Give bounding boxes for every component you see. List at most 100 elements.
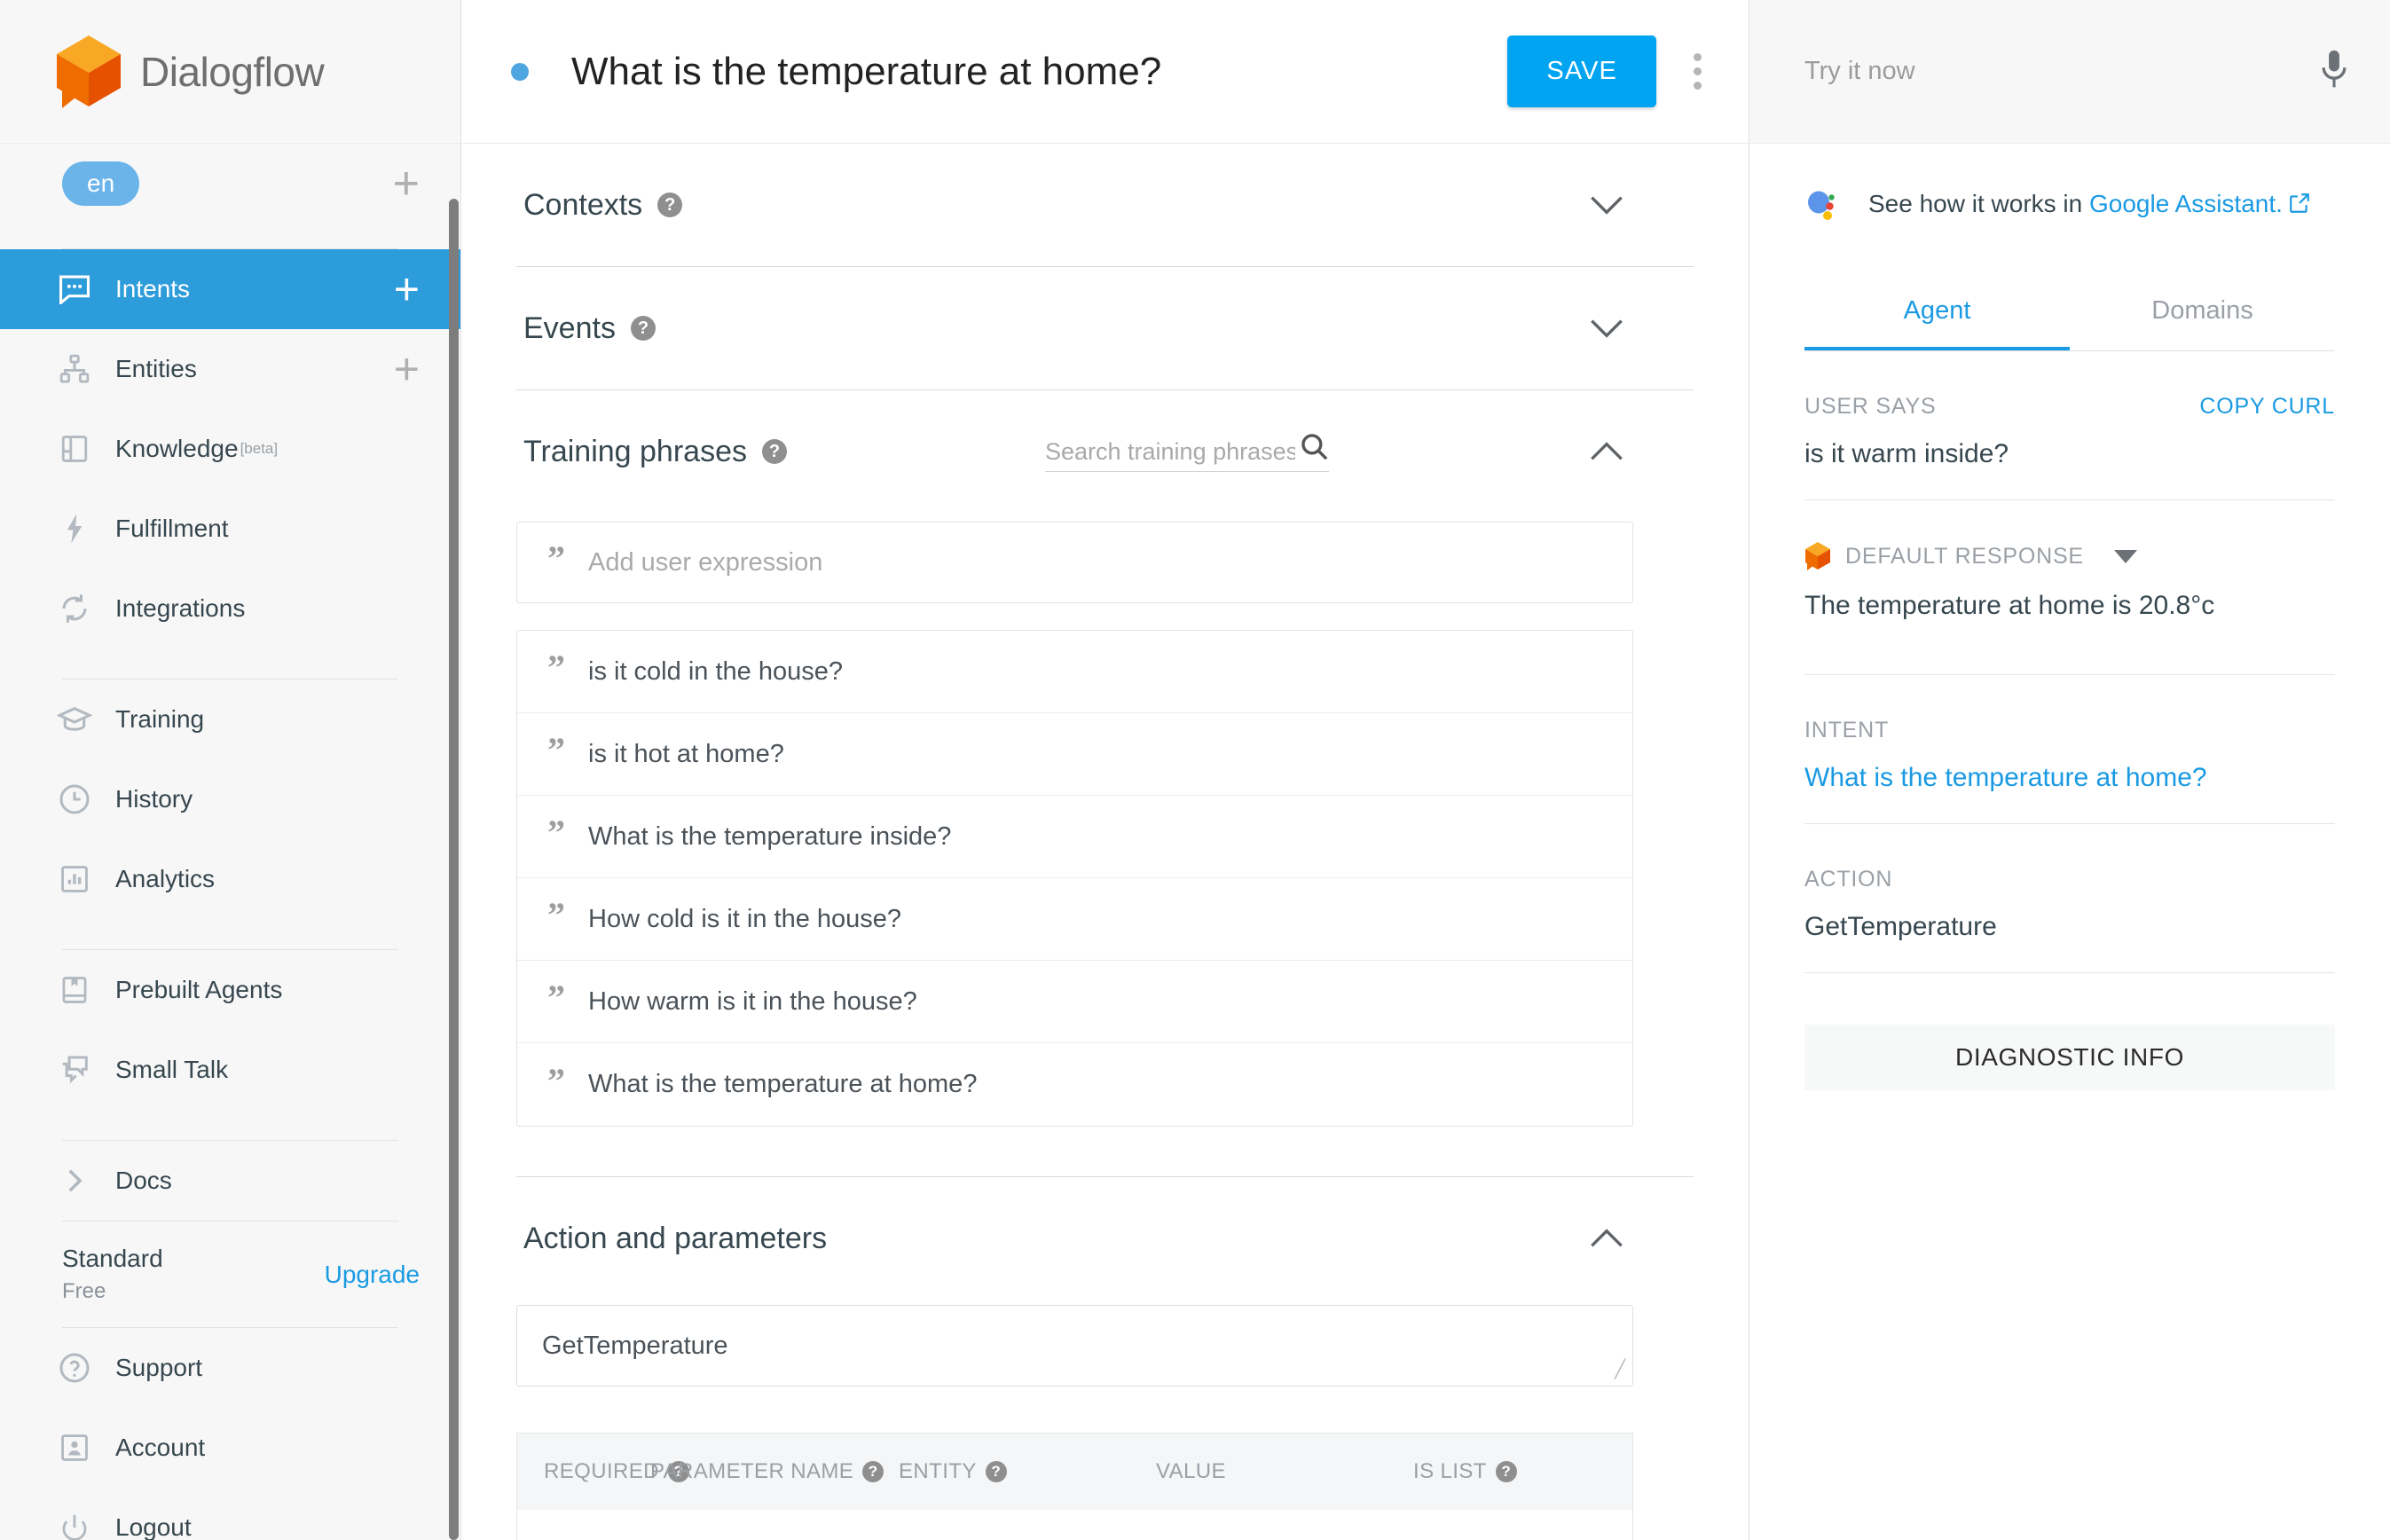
add-entity-icon[interactable]: + bbox=[394, 356, 420, 382]
person-square-icon bbox=[53, 1428, 96, 1467]
training-phrase-text: How warm is it in the house? bbox=[588, 987, 917, 1017]
sidebar-item-small-talk[interactable]: Small Talk bbox=[0, 1030, 460, 1110]
left-sidebar: Dialogflow en + Intents + bbox=[0, 0, 461, 1540]
parameters-table: REQUIRED ? PARAMETER NAME ? ENTITY ? V bbox=[516, 1433, 1633, 1540]
external-link-icon[interactable] bbox=[2288, 192, 2311, 221]
help-icon[interactable]: ? bbox=[631, 316, 656, 341]
table-row[interactable] bbox=[517, 1510, 1632, 1540]
quote-icon: ” bbox=[547, 1064, 565, 1099]
column-header-required: REQUIRED ? bbox=[544, 1459, 650, 1484]
help-icon[interactable]: ? bbox=[862, 1461, 884, 1482]
tab-agent[interactable]: Agent bbox=[1804, 273, 2070, 350]
list-item[interactable]: ” is it hot at home? bbox=[517, 713, 1632, 796]
column-label: PARAMETER NAME bbox=[650, 1459, 853, 1484]
sidebar-item-logout[interactable]: Logout bbox=[0, 1488, 460, 1540]
sidebar-item-docs[interactable]: Docs bbox=[0, 1141, 460, 1221]
sidebar-item-label: Support bbox=[115, 1354, 202, 1382]
chevron-up-icon[interactable] bbox=[1587, 1219, 1626, 1258]
intent-row: INTENT bbox=[1804, 718, 2335, 743]
quote-icon: ” bbox=[547, 898, 565, 933]
sidebar-item-account[interactable]: Account bbox=[0, 1408, 460, 1488]
user-says-label: USER SAYS bbox=[1804, 394, 1936, 420]
training-phrase-list: ” is it cold in the house? ” is it hot a… bbox=[516, 630, 1633, 1127]
intent-label: INTENT bbox=[1804, 718, 1889, 743]
contexts-section-header[interactable]: Contexts ? bbox=[516, 144, 1633, 266]
action-parameters-section-header[interactable]: Action and parameters bbox=[516, 1177, 1633, 1300]
power-icon bbox=[53, 1508, 96, 1540]
list-item[interactable]: ” What is the temperature at home? bbox=[517, 1043, 1632, 1126]
training-phrases-wrapper: Training phrases ? bbox=[461, 390, 1749, 1176]
sidebar-item-support[interactable]: Support bbox=[0, 1328, 460, 1408]
tab-domains[interactable]: Domains bbox=[2070, 273, 2335, 350]
list-item[interactable]: ” What is the temperature inside? bbox=[517, 796, 1632, 878]
sidebar-item-training[interactable]: Training bbox=[0, 680, 460, 759]
help-icon[interactable]: ? bbox=[986, 1461, 1007, 1482]
sync-arrows-icon bbox=[53, 589, 96, 628]
add-intent-icon[interactable]: + bbox=[394, 276, 420, 302]
try-it-now-bar[interactable]: Try it now bbox=[1749, 0, 2390, 144]
action-name-field[interactable]: GetTemperature ╱ bbox=[516, 1305, 1633, 1387]
search-icon[interactable] bbox=[1299, 431, 1329, 466]
sidebar-item-integrations[interactable]: Integrations bbox=[0, 569, 460, 648]
bar-chart-icon bbox=[53, 860, 96, 899]
add-user-expression-field[interactable]: ” Add user expression bbox=[516, 522, 1633, 603]
help-icon[interactable]: ? bbox=[762, 439, 787, 464]
sidebar-item-label: Prebuilt Agents bbox=[115, 976, 282, 1004]
events-section-header[interactable]: Events ? bbox=[516, 267, 1633, 389]
save-button[interactable]: SAVE bbox=[1507, 35, 1656, 107]
training-phrase-text: How cold is it in the house? bbox=[588, 905, 901, 934]
page-title[interactable]: What is the temperature at home? bbox=[571, 50, 1161, 94]
lightning-bolt-icon bbox=[53, 509, 96, 548]
sidebar-item-entities[interactable]: Entities + bbox=[0, 329, 460, 409]
chevron-down-icon[interactable] bbox=[1587, 309, 1626, 348]
user-says-value: is it warm inside? bbox=[1804, 439, 2335, 469]
add-language-icon[interactable]: + bbox=[393, 170, 420, 198]
quote-icon: ” bbox=[547, 541, 565, 577]
google-assistant-link[interactable]: Google Assistant. bbox=[2089, 190, 2283, 217]
more-vertical-icon[interactable] bbox=[1688, 53, 1706, 90]
bookmark-book-icon bbox=[53, 970, 96, 1010]
microphone-icon[interactable] bbox=[2319, 50, 2349, 93]
sidebar-item-fulfillment[interactable]: Fulfillment bbox=[0, 489, 460, 569]
copy-curl-button[interactable]: COPY CURL bbox=[2199, 394, 2335, 420]
default-response-value: The temperature at home is 20.8°c bbox=[1804, 591, 2335, 621]
column-header-is-list: IS LIST ? bbox=[1413, 1459, 1555, 1484]
chevron-down-icon[interactable] bbox=[1587, 185, 1626, 224]
action-name-value: GetTemperature bbox=[542, 1332, 728, 1361]
diagnostic-info-button[interactable]: DIAGNOSTIC INFO bbox=[1804, 1025, 2335, 1090]
resize-handle[interactable]: ╱ bbox=[1615, 1358, 1625, 1380]
list-item[interactable]: ” How warm is it in the house? bbox=[517, 961, 1632, 1043]
section-spacer bbox=[516, 1127, 1633, 1176]
graduation-cap-icon bbox=[53, 700, 96, 739]
chevron-up-icon[interactable] bbox=[1587, 432, 1626, 471]
quote-icon: ” bbox=[547, 815, 565, 851]
help-icon[interactable]: ? bbox=[657, 192, 682, 217]
action-row: ACTION bbox=[1804, 867, 2335, 892]
sidebar-item-prebuilt-agents[interactable]: Prebuilt Agents bbox=[0, 950, 460, 1030]
search-input[interactable] bbox=[1045, 438, 1295, 466]
sidebar-scrollbar[interactable] bbox=[449, 199, 459, 1540]
caret-down-icon[interactable] bbox=[2114, 550, 2137, 563]
sidebar-item-label: Entities bbox=[115, 355, 197, 383]
sidebar-gap-3 bbox=[0, 1110, 460, 1140]
brand-header[interactable]: Dialogflow bbox=[0, 0, 460, 144]
language-chip-en[interactable]: en bbox=[62, 161, 139, 206]
list-item[interactable]: ” is it cold in the house? bbox=[517, 631, 1632, 713]
sidebar-item-intents[interactable]: Intents + bbox=[0, 249, 460, 329]
sidebar-item-history[interactable]: History bbox=[0, 759, 460, 839]
help-icon[interactable]: ? bbox=[1496, 1461, 1517, 1482]
sidebar-item-label: Integrations bbox=[115, 594, 245, 623]
try-it-now-placeholder: Try it now bbox=[1804, 57, 1915, 86]
intent-value-link[interactable]: What is the temperature at home? bbox=[1804, 763, 2335, 793]
events-wrapper: Events ? bbox=[461, 267, 1749, 389]
sidebar-item-analytics[interactable]: Analytics bbox=[0, 839, 460, 919]
events-title: Events bbox=[523, 311, 616, 346]
google-assistant-icon bbox=[1804, 185, 1845, 225]
sidebar-item-label: Small Talk bbox=[115, 1056, 228, 1084]
clock-icon bbox=[53, 780, 96, 819]
sidebar-item-knowledge[interactable]: Knowledge [beta] bbox=[0, 409, 460, 489]
sidebar-gap-1 bbox=[0, 648, 460, 679]
upgrade-link[interactable]: Upgrade bbox=[325, 1261, 420, 1289]
sidebar-scroll-area: en + Intents + bbox=[0, 144, 460, 1540]
list-item[interactable]: ” How cold is it in the house? bbox=[517, 878, 1632, 961]
